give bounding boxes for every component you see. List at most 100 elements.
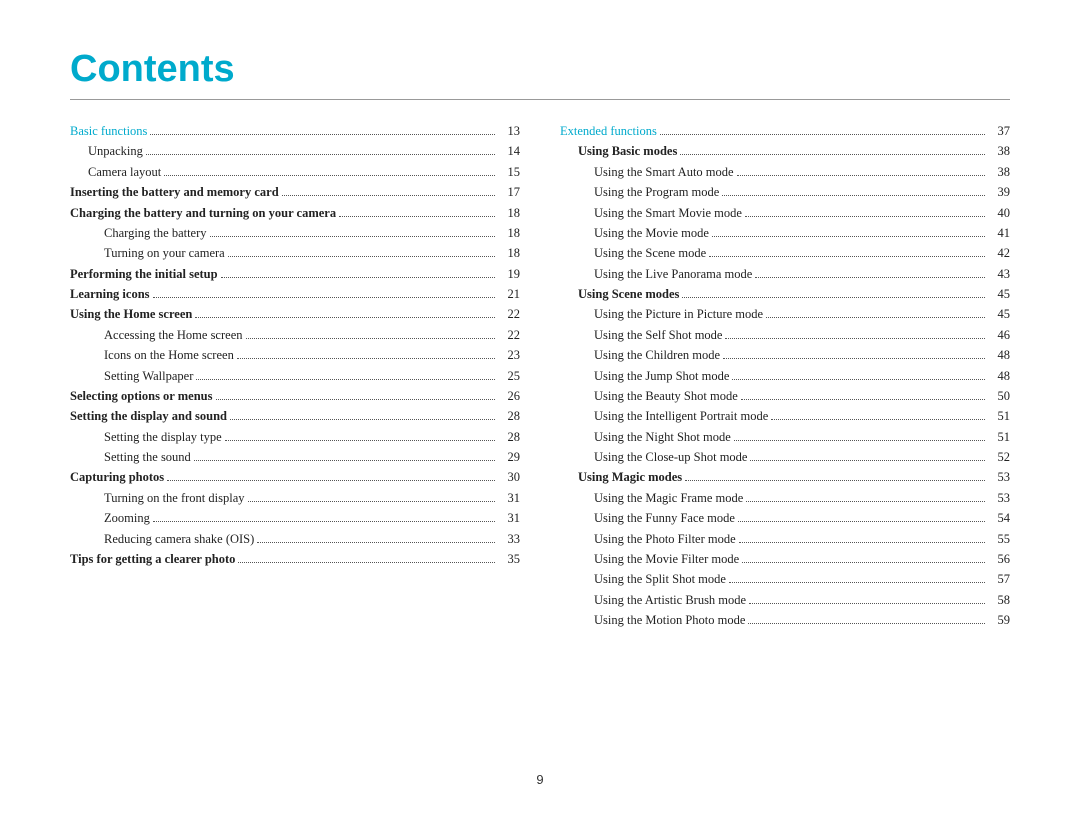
toc-page-number: 55	[988, 530, 1010, 549]
toc-entry: Capturing photos30	[70, 468, 520, 487]
toc-entry: Reducing camera shake (OIS)33	[70, 530, 520, 549]
toc-dots	[682, 297, 985, 298]
toc-label: Charging the battery	[104, 224, 207, 243]
toc-label: Using the Motion Photo mode	[594, 611, 745, 630]
toc-label: Setting the display and sound	[70, 407, 227, 426]
toc-dots	[221, 277, 495, 278]
toc-entry: Using the Motion Photo mode 59	[560, 611, 1010, 630]
toc-label: Setting Wallpaper	[104, 367, 193, 386]
toc-entry: Charging the battery 18	[70, 224, 520, 243]
toc-dots	[230, 419, 495, 420]
page-number: 9	[536, 772, 543, 787]
toc-page-number: 39	[988, 183, 1010, 202]
toc-entry: Setting the display type28	[70, 428, 520, 447]
toc-dots	[685, 480, 985, 481]
toc-label: Turning on your camera	[104, 244, 225, 263]
toc-entry: Performing the initial setup19	[70, 265, 520, 284]
toc-dots	[749, 603, 985, 604]
toc-entry: Using the Close-up Shot mode52	[560, 448, 1010, 467]
toc-entry: Using the Smart Movie mode40	[560, 204, 1010, 223]
toc-dots	[748, 623, 985, 624]
toc-label: Using Scene modes	[578, 285, 679, 304]
toc-page-number: 30	[498, 468, 520, 487]
toc-label: Using the Close-up Shot mode	[594, 448, 747, 467]
toc-dots	[712, 236, 985, 237]
toc-label: Turning on the front display	[104, 489, 245, 508]
toc-dots	[238, 562, 495, 563]
toc-entry: Setting the display and sound28	[70, 407, 520, 426]
toc-label: Learning icons	[70, 285, 150, 304]
toc-page-number: 59	[988, 611, 1010, 630]
toc-dots	[729, 582, 985, 583]
toc-entry: Using the Movie Filter mode56	[560, 550, 1010, 569]
toc-page-number: 54	[988, 509, 1010, 528]
toc-entry: Using the Split Shot mode 57	[560, 570, 1010, 589]
toc-page-number: 25	[498, 367, 520, 386]
toc-dots	[755, 277, 985, 278]
toc-label: Using the Split Shot mode	[594, 570, 726, 589]
toc-entry: Turning on your camera 18	[70, 244, 520, 263]
toc-page-number: 51	[988, 407, 1010, 426]
toc-label: Using the Funny Face mode	[594, 509, 735, 528]
toc-entry: Using the Self Shot mode46	[560, 326, 1010, 345]
toc-page-number: 31	[498, 489, 520, 508]
toc-page-number: 23	[498, 346, 520, 365]
toc-label: Performing the initial setup	[70, 265, 218, 284]
toc-page-number: 18	[498, 244, 520, 263]
toc-page-number: 13	[498, 122, 520, 141]
toc-entry: Basic functions 13	[70, 122, 520, 141]
left-column: Basic functions13Unpacking14Camera layou…	[70, 122, 520, 631]
toc-page-number: 45	[988, 285, 1010, 304]
toc-entry: Using Magic modes53	[560, 468, 1010, 487]
toc-entry: Turning on the front display 31	[70, 489, 520, 508]
toc-page-number: 53	[988, 468, 1010, 487]
toc-entry: Learning icons21	[70, 285, 520, 304]
toc-page-number: 28	[498, 428, 520, 447]
toc-dots	[680, 154, 985, 155]
toc-dots	[339, 216, 495, 217]
toc-label: Using the Program mode	[594, 183, 719, 202]
toc-label: Inserting the battery and memory card	[70, 183, 279, 202]
toc-dots	[737, 175, 985, 176]
toc-dots	[194, 460, 495, 461]
toc-page-number: 42	[988, 244, 1010, 263]
toc-dots	[723, 358, 985, 359]
toc-entry: Charging the battery and turning on your…	[70, 204, 520, 223]
toc-label: Using the Magic Frame mode	[594, 489, 743, 508]
toc-page-number: 17	[498, 183, 520, 202]
toc-page-number: 35	[498, 550, 520, 569]
toc-page-number: 57	[988, 570, 1010, 589]
toc-page-number: 18	[498, 224, 520, 243]
toc-entry: Accessing the Home screen22	[70, 326, 520, 345]
toc-label: Reducing camera shake (OIS)	[104, 530, 254, 549]
toc-label: Extended functions	[560, 122, 657, 141]
toc-dots	[210, 236, 495, 237]
toc-entry: Using the Children mode48	[560, 346, 1010, 365]
toc-dots	[225, 440, 495, 441]
toc-label: Basic functions	[70, 122, 147, 141]
toc-page-number: 29	[498, 448, 520, 467]
toc-label: Charging the battery and turning on your…	[70, 204, 336, 223]
toc-page-number: 40	[988, 204, 1010, 223]
toc-label: Selecting options or menus	[70, 387, 213, 406]
toc-dots	[750, 460, 985, 461]
toc-label: Using the Self Shot mode	[594, 326, 722, 345]
toc-entry: Using Basic modes38	[560, 142, 1010, 161]
toc-label: Using the Children mode	[594, 346, 720, 365]
toc-dots	[738, 521, 985, 522]
toc-dots	[167, 480, 495, 481]
toc-label: Camera layout	[88, 163, 161, 182]
toc-page-number: 56	[988, 550, 1010, 569]
toc-dots	[746, 501, 985, 502]
toc-columns: Basic functions13Unpacking14Camera layou…	[70, 122, 1010, 631]
toc-page-number: 14	[498, 142, 520, 161]
toc-entry: Using the Live Panorama mode43	[560, 265, 1010, 284]
toc-entry: Tips for getting a clearer photo35	[70, 550, 520, 569]
toc-dots	[741, 399, 985, 400]
toc-dots	[771, 419, 985, 420]
toc-dots	[745, 216, 985, 217]
toc-page-number: 50	[988, 387, 1010, 406]
toc-label: Using the Jump Shot mode	[594, 367, 729, 386]
toc-page-number: 38	[988, 163, 1010, 182]
toc-label: Using Basic modes	[578, 142, 677, 161]
